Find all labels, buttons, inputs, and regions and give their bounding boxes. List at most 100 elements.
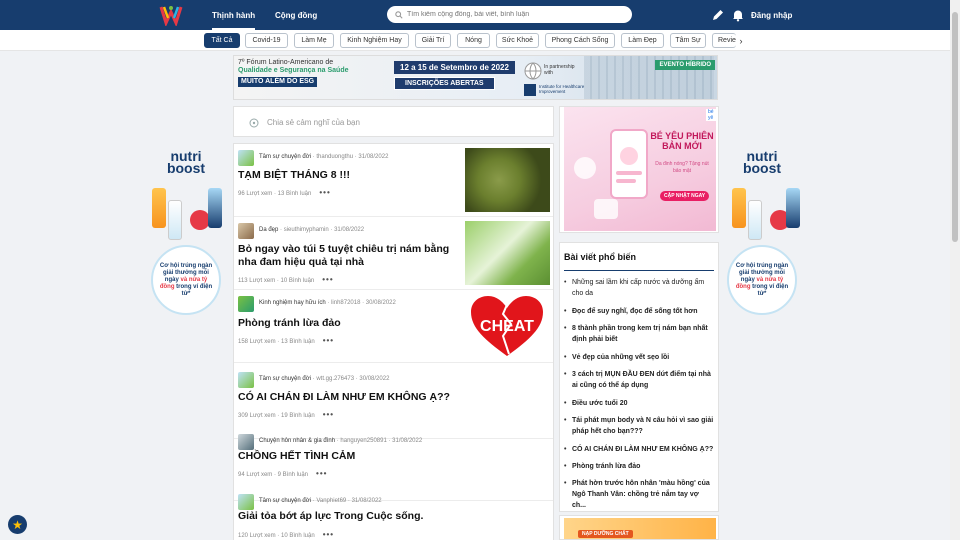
banner-event-tag: EVENTO HÍBRIDO (655, 60, 715, 70)
popular-item[interactable]: Phòng tránh lừa đảo (564, 461, 714, 472)
right-ad-box[interactable]: BÉ YÊU PHIÊN BẢN MỚI Da đinh nóng? Tặng … (559, 106, 719, 233)
ad-cta-button[interactable]: CẬP NHẬT NGAY (660, 191, 710, 201)
event-banner[interactable]: 7º Fórum Latino-Americano de Qualidade e… (233, 55, 718, 100)
popular-item[interactable]: Điều ước tuổi 20 (564, 398, 714, 409)
post-title[interactable]: CHỒNG HẾT TÌNH CẢM (238, 450, 548, 463)
avatar[interactable] (238, 223, 254, 239)
post-item[interactable]: Tâm sự chuyện đời · Vanphiet69 · 31/08/2… (234, 488, 553, 540)
banner-cta-button[interactable]: INSCRIÇÕES ABERTAS (394, 77, 495, 90)
brand-logo: nutri boost (742, 148, 782, 176)
more-icon[interactable]: ••• (323, 410, 334, 419)
post-composer[interactable]: Chia sẻ cảm nghĩ của bạn (233, 106, 554, 137)
banner-dates: 12 a 15 de Setembro de 2022 (394, 61, 515, 74)
chevron-right-icon[interactable]: › (736, 34, 746, 47)
post-title[interactable]: TẠM BIỆT THÁNG 8 !!! (238, 169, 458, 182)
widget-title: Bài viết phổ biến (564, 252, 637, 262)
more-icon[interactable]: ••• (322, 275, 333, 284)
post-stats: 96 Lượt xem · 13 Bình luận ••• (238, 188, 331, 197)
post-title[interactable]: Bỏ ngay vào túi 5 tuyệt chiêu trị nám bằ… (238, 243, 462, 269)
scrollbar-thumb[interactable] (952, 12, 958, 242)
star-icon[interactable]: ★ (8, 515, 27, 534)
ad-choices-icon[interactable]: bé yê (706, 109, 718, 121)
post-item[interactable]: Da đẹp · sieuthimyphamin · 31/08/2022 Bỏ… (234, 217, 553, 290)
avatar[interactable] (238, 494, 254, 510)
avatar[interactable] (238, 296, 254, 312)
search-box[interactable] (387, 6, 632, 23)
banner-text: 7º Fórum Latino-Americano de Qualidade e… (238, 59, 349, 87)
post-thumbnail[interactable] (465, 221, 550, 285)
popular-item[interactable]: Những sai lầm khi cấp nước và dưỡng ẩm c… (564, 277, 714, 299)
promo-bubble: Cơ hội trúng ngàn giải thưởng mỗi ngày v… (151, 245, 221, 315)
post-title[interactable]: Giải tỏa bớt áp lực Trong Cuộc sống. (238, 510, 548, 523)
side-ad-right[interactable]: nutri boost Cơ hội trúng ngàn giải thưởng… (722, 148, 802, 320)
popular-item[interactable]: 8 thành phần trong kem trị nám bạn nhất … (564, 323, 714, 345)
side-ad-left[interactable]: nutri boost Cơ hội trúng ngàn giải thưởng… (146, 149, 226, 320)
avatar[interactable] (238, 372, 254, 388)
baby-icon (574, 157, 596, 179)
search-input[interactable] (407, 11, 627, 18)
compose-icon (249, 118, 259, 128)
bell-icon[interactable] (731, 8, 745, 22)
login-button[interactable]: Đăng nhập (751, 0, 792, 30)
chip-nong[interactable]: Nóng (457, 33, 490, 48)
product-bottle-image (748, 200, 762, 240)
chip-kinh-nghiem-hay[interactable]: Kinh Nghiệm Hay (340, 33, 409, 48)
post-meta: Da đẹp · sieuthimyphamin · 31/08/2022 (259, 227, 365, 233)
popular-item[interactable]: Đọc để suy nghĩ, đọc để sống tốt hơn (564, 306, 714, 317)
chip-all[interactable]: Tất Cả (204, 33, 240, 48)
post-title[interactable]: Phòng tránh lừa đảo (238, 317, 458, 330)
app-logo[interactable] (159, 4, 185, 26)
more-icon[interactable]: ••• (319, 188, 330, 197)
stroller-icon (594, 199, 618, 219)
post-item[interactable]: Kinh nghiệm hay hữu ích · linh872018 · 3… (234, 290, 553, 363)
avatar[interactable] (238, 150, 254, 166)
popular-item[interactable]: CÓ AI CHÁN ĐI LÀM NHƯ EM KHÔNG Ạ?? (564, 444, 714, 455)
post-meta: Tâm sự chuyện đời · Vanphiet69 · 31/08/2… (259, 498, 382, 504)
post-feed: Tâm sự chuyện đời · thanduongthu · 31/08… (233, 143, 554, 540)
chip-lam-me[interactable]: Làm Mẹ (294, 33, 334, 48)
popular-item[interactable]: 3 cách trị MỤN ĐẦU ĐEN dứt điểm tại nhà … (564, 369, 714, 391)
search-icon (395, 10, 403, 19)
chip-lam-dep[interactable]: Làm Đẹp (621, 33, 664, 48)
chip-suc-khoe[interactable]: Sức Khoẻ (496, 33, 539, 48)
popular-item[interactable]: Phát hờn trước hôn nhân 'màu hồng' của N… (564, 478, 714, 511)
more-icon[interactable]: ••• (316, 469, 327, 478)
post-meta: Tâm sự chuyện đời · wtt.gg.276473 · 30/0… (259, 376, 390, 382)
composer-placeholder[interactable]: Chia sẻ cảm nghĩ của bạn (267, 118, 360, 127)
chip-phong-cach-song[interactable]: Phong Cách Sống (545, 33, 615, 48)
top-navbar: Thịnh hành Cộng đồng Đăng nhập (0, 0, 950, 30)
right-ad-box-2[interactable]: NẠP DƯỠNG CHẤT (559, 515, 719, 540)
post-thumbnail[interactable] (465, 148, 550, 212)
chip-tam-su[interactable]: Tâm Sự (670, 33, 706, 48)
post-stats: 120 Lượt xem · 10 Bình luận ••• (238, 530, 335, 539)
phone-mockup-image (610, 129, 648, 199)
tab-community[interactable]: Cộng đồng (275, 0, 317, 30)
more-icon[interactable]: ••• (323, 530, 334, 539)
post-meta: Chuyện hôn nhân & gia đình · hanguyen250… (259, 438, 423, 444)
popular-posts-widget: Bài viết phổ biến Những sai lầm khi cấp … (559, 242, 719, 512)
banner-partner-logo: In partnership with Institute for Health… (524, 62, 584, 96)
popular-item[interactable]: Tái phát mụn body và N câu hỏi vì sao gi… (564, 415, 714, 437)
post-stats: 94 Lượt xem · 9 Bình luận ••• (238, 469, 328, 478)
pencil-icon[interactable] (711, 8, 725, 22)
chip-giai-tri[interactable]: Giải Trí (415, 33, 451, 48)
tab-trending[interactable]: Thịnh hành (212, 0, 256, 30)
popular-item[interactable]: Vẻ đẹp của những vết sẹo lồi (564, 352, 714, 363)
avatar[interactable] (238, 434, 254, 450)
thumbnail-text: CHEAT (480, 318, 534, 335)
promo-bubble: Cơ hội trúng ngàn giải thưởng mỗi ngày v… (727, 245, 797, 315)
post-title[interactable]: CÓ AI CHÁN ĐI LÀM NHƯ EM KHÔNG Ạ?? (238, 391, 548, 404)
page-scrollbar[interactable] (950, 0, 960, 540)
chip-review[interactable]: Review (712, 33, 736, 48)
post-item[interactable]: Tâm sự chuyện đời · thanduongthu · 31/08… (234, 144, 553, 217)
product-bottle-image (732, 188, 746, 228)
broken-heart-thumbnail[interactable]: CHEAT (465, 294, 550, 358)
chip-covid[interactable]: Covid-19 (245, 33, 288, 48)
right-ad-2-tag: NẠP DƯỠNG CHẤT (578, 530, 633, 538)
right-ad-image: BÉ YÊU PHIÊN BẢN MỚI Da đinh nóng? Tặng … (564, 107, 716, 231)
product-bottle-image (168, 200, 182, 240)
product-bottle-image (208, 188, 222, 228)
more-icon[interactable]: ••• (323, 336, 334, 345)
globe-icon (524, 62, 542, 80)
strawberry-image (190, 210, 210, 230)
